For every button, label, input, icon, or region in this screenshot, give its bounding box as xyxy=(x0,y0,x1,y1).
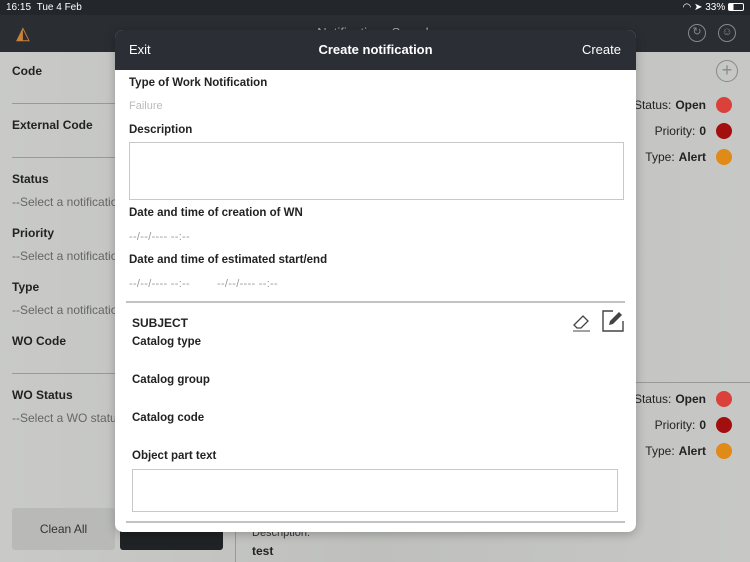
priority-select[interactable]: --Select a notification xyxy=(12,249,124,263)
priority-dot xyxy=(716,123,732,139)
section-divider xyxy=(126,521,625,523)
end-date-field[interactable]: --/--/---- --:-- xyxy=(217,278,278,290)
section-divider xyxy=(126,301,625,303)
filter-code-label: Code xyxy=(12,64,42,78)
edit-icon[interactable] xyxy=(600,309,625,334)
result-divider xyxy=(636,382,750,383)
status-bar: 16:15 Tue 4 Feb ◠ ➤ 33% xyxy=(0,0,750,15)
catalog-type-label[interactable]: Catalog type xyxy=(132,336,201,348)
location-icon: ➤ xyxy=(694,2,703,13)
result-priority: Priority: 0 xyxy=(655,123,732,139)
catalog-code-label[interactable]: Catalog code xyxy=(132,412,204,424)
battery-icon xyxy=(728,3,744,12)
code-input[interactable] xyxy=(12,103,122,104)
create-notification-modal: Exit Create notification Create Type of … xyxy=(115,30,636,532)
date: Tue 4 Feb xyxy=(36,2,82,13)
object-part-text-label: Object part text xyxy=(132,450,217,462)
type-label: Type of Work Notification xyxy=(129,77,268,89)
user-icon[interactable]: ☺ xyxy=(718,24,736,42)
type-field[interactable]: Failure xyxy=(129,100,163,112)
result-status: Status: Open xyxy=(634,97,732,113)
wo-code-input[interactable] xyxy=(12,373,122,374)
start-date-field[interactable]: --/--/---- --:-- xyxy=(129,278,190,290)
clean-all-button[interactable]: Clean All xyxy=(12,508,115,550)
description-textarea[interactable] xyxy=(129,142,624,200)
filter-status-label: Status xyxy=(12,172,49,186)
modal-header: Exit Create notification Create xyxy=(115,30,636,70)
result-type: Type: Alert xyxy=(645,443,732,459)
filter-type-label: Type xyxy=(12,280,40,294)
creation-date-label: Date and time of creation of WN xyxy=(129,207,303,219)
subject-heading: SUBJECT xyxy=(132,316,189,330)
type-dot xyxy=(716,149,732,165)
filter-external-code-label: External Code xyxy=(12,118,93,132)
wo-status-select[interactable]: --Select a WO status xyxy=(12,411,123,425)
sync-icon[interactable]: ↻ xyxy=(688,24,706,42)
filter-wo-code-label: WO Code xyxy=(12,334,66,348)
filter-wo-status-label: WO Status xyxy=(12,388,73,402)
estimated-date-label: Date and time of estimated start/end xyxy=(129,254,328,266)
status-dot xyxy=(716,391,732,407)
creation-date-field[interactable]: --/--/---- --:-- xyxy=(129,231,190,243)
add-icon[interactable]: + xyxy=(716,60,738,82)
create-button[interactable]: Create xyxy=(582,42,621,57)
type-select[interactable]: --Select a notification xyxy=(12,303,124,317)
divider xyxy=(235,530,236,562)
object-part-textarea[interactable] xyxy=(132,469,618,512)
eraser-icon[interactable] xyxy=(570,310,594,334)
external-code-input[interactable] xyxy=(12,157,122,158)
result-type: Type: Alert xyxy=(645,149,732,165)
time: 16:15 xyxy=(6,2,32,13)
type-dot xyxy=(716,443,732,459)
battery-level: 33% xyxy=(705,2,726,13)
result-status: Status: Open xyxy=(634,391,732,407)
status-dot xyxy=(716,97,732,113)
filter-priority-label: Priority xyxy=(12,226,55,240)
wifi-icon: ◠ xyxy=(682,2,692,13)
priority-dot xyxy=(716,417,732,433)
status-select[interactable]: --Select a notification xyxy=(12,195,124,209)
catalog-group-label[interactable]: Catalog group xyxy=(132,374,210,386)
result-description-value: test xyxy=(252,544,274,558)
modal-title: Create notification xyxy=(318,42,433,57)
result-priority: Priority: 0 xyxy=(655,417,732,433)
description-label: Description xyxy=(129,124,193,136)
